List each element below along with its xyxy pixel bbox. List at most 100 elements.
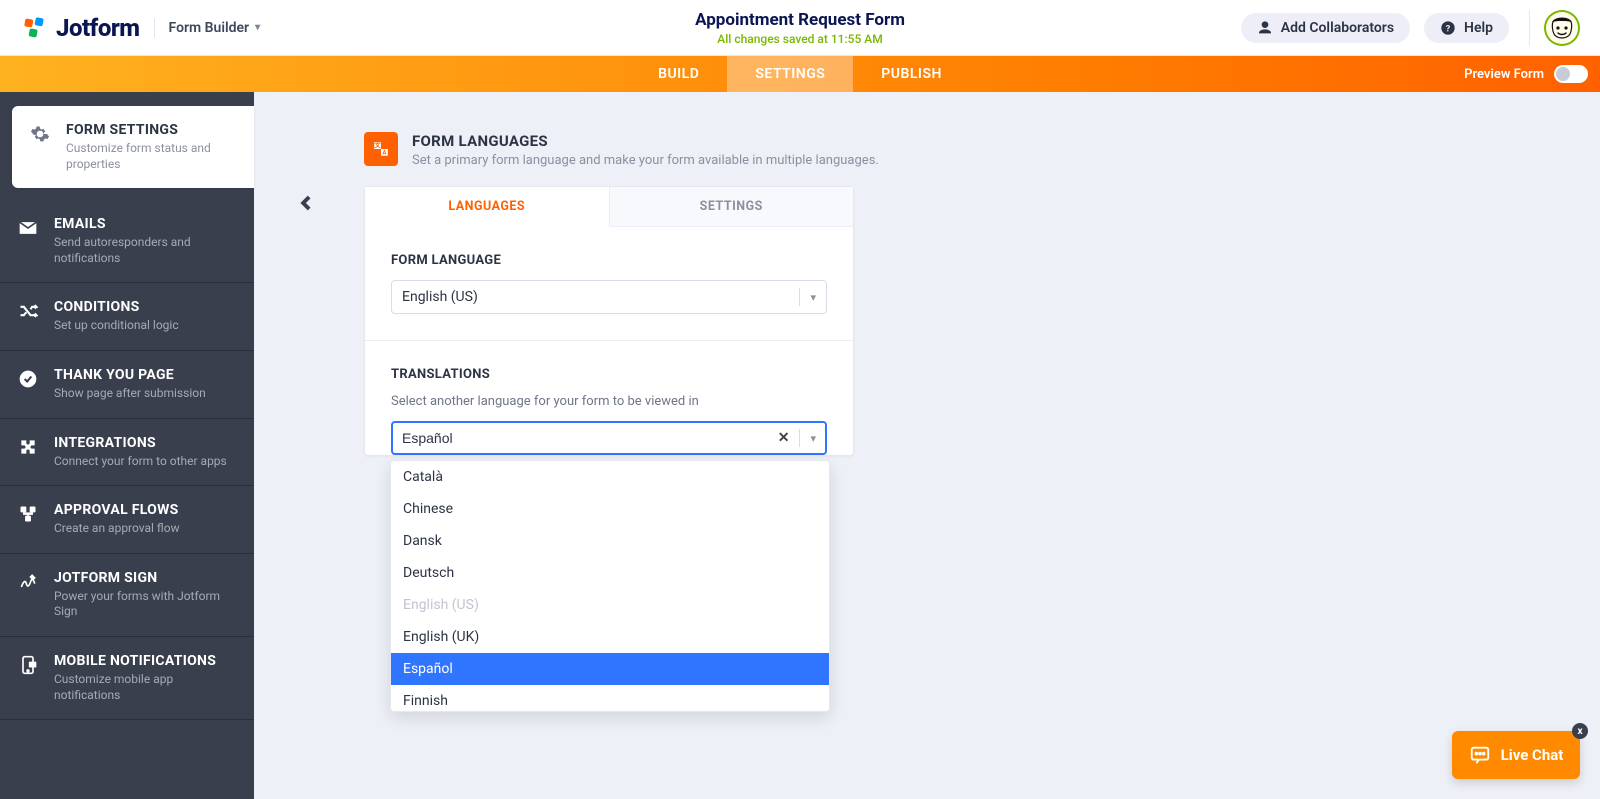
build-settings-publish-tabs: BUILD SETTINGS PUBLISH Preview Form — [0, 56, 1600, 92]
sidebar-item-conditions[interactable]: CONDITIONS Set up conditional logic — [0, 283, 254, 351]
panel-tab-label: LANGUAGES — [448, 199, 525, 214]
add-collaborators-label: Add Collaborators — [1281, 20, 1394, 36]
separator — [154, 18, 155, 38]
form-title[interactable]: Appointment Request Form — [695, 10, 905, 30]
panel-tab-settings[interactable]: SETTINGS — [610, 187, 854, 227]
sidebar-item-title: FORM SETTINGS — [66, 122, 236, 138]
panel-tab-label: SETTINGS — [700, 199, 763, 214]
dropdown-option[interactable]: Finnish — [391, 685, 829, 712]
sidebar-item-sub: Show page after submission — [54, 386, 236, 402]
gear-icon — [28, 122, 52, 172]
tab-build[interactable]: BUILD — [630, 56, 727, 92]
section-title: FORM LANGUAGES — [412, 132, 879, 150]
tab-settings-label: SETTINGS — [755, 66, 825, 82]
divider — [365, 340, 853, 341]
flow-icon — [16, 502, 40, 537]
clear-icon[interactable]: ✕ — [778, 430, 790, 446]
sidebar-item-sub: Set up conditional logic — [54, 318, 236, 334]
add-collaborators-button[interactable]: Add Collaborators — [1241, 13, 1410, 43]
shuffle-icon — [16, 299, 40, 334]
sidebar-item-sub: Connect your form to other apps — [54, 454, 236, 470]
live-chat-close-badge[interactable]: x — [1572, 723, 1588, 739]
dropdown-option[interactable]: Chinese — [391, 493, 829, 525]
tab-publish[interactable]: PUBLISH — [853, 56, 970, 92]
topbar-right: Add Collaborators ? Help — [1241, 10, 1580, 46]
dropdown-option: English (US) — [391, 589, 829, 621]
mail-icon — [16, 216, 40, 266]
sidebar-item-sub: Power your forms with Jotform Sign — [54, 589, 236, 620]
spacer — [0, 188, 254, 200]
tab-publish-label: PUBLISH — [881, 66, 942, 82]
separator — [799, 288, 800, 306]
panel-tabs: LANGUAGES SETTINGS — [365, 187, 853, 227]
live-chat-button[interactable]: Live Chat x — [1452, 731, 1580, 779]
translate-icon: 文A — [364, 132, 398, 166]
mode-selector[interactable]: Form Builder ▾ — [169, 20, 261, 36]
svg-text:?: ? — [1446, 23, 1451, 34]
dropdown-option[interactable]: Deutsch — [391, 557, 829, 589]
tab-settings[interactable]: SETTINGS — [727, 56, 853, 92]
title-area: Appointment Request Form All changes sav… — [695, 10, 905, 46]
collapse-sidebar-button[interactable] — [294, 192, 316, 218]
sidebar-item-title: INTEGRATIONS — [54, 435, 236, 451]
phone-icon — [16, 653, 40, 703]
sidebar-item-title: APPROVAL FLOWS — [54, 502, 236, 518]
sidebar-item-approval-flows[interactable]: APPROVAL FLOWS Create an approval flow — [0, 486, 254, 554]
translations-desc: Select another language for your form to… — [391, 394, 827, 409]
sidebar-item-title: THANK YOU PAGE — [54, 367, 236, 383]
check-circle-icon — [16, 367, 40, 402]
svg-text:文: 文 — [374, 142, 382, 150]
translations-select[interactable]: ✕ ▾ — [391, 421, 827, 455]
sidebar-item-thank-you[interactable]: THANK YOU PAGE Show page after submissio… — [0, 351, 254, 419]
dropdown-option[interactable]: Català — [391, 461, 829, 493]
sign-icon — [16, 570, 40, 620]
sidebar-item-sub: Customize form status and properties — [66, 141, 236, 172]
chevron-down-icon: ▾ — [255, 22, 260, 33]
chevron-down-icon: ▾ — [810, 291, 816, 304]
sidebar-item-integrations[interactable]: INTEGRATIONS Connect your form to other … — [0, 419, 254, 487]
panel-tab-languages[interactable]: LANGUAGES — [365, 187, 610, 227]
separator — [799, 429, 800, 447]
sidebar-item-mobile-notifications[interactable]: MOBILE NOTIFICATIONS Customize mobile ap… — [0, 637, 254, 720]
settings-sidebar: FORM SETTINGS Customize form status and … — [0, 92, 254, 799]
help-button[interactable]: ? Help — [1424, 13, 1509, 43]
live-chat-label: Live Chat — [1501, 746, 1564, 764]
separator — [1529, 10, 1530, 46]
sidebar-item-title: JOTFORM SIGN — [54, 570, 236, 586]
topbar: Jotform Form Builder ▾ Appointment Reque… — [0, 0, 1600, 56]
sidebar-item-emails[interactable]: EMAILS Send autoresponders and notificat… — [0, 200, 254, 283]
help-icon: ? — [1440, 20, 1456, 36]
languages-panel: LANGUAGES SETTINGS FORM LANGUAGE English… — [364, 186, 854, 456]
content: 文A FORM LANGUAGES Set a primary form lan… — [254, 92, 1600, 799]
tab-build-label: BUILD — [658, 66, 699, 82]
sidebar-item-title: CONDITIONS — [54, 299, 236, 315]
dropdown-option[interactable]: English (UK) — [391, 621, 829, 653]
main: FORM SETTINGS Customize form status and … — [0, 92, 1600, 799]
dropdown-option[interactable]: Español — [391, 653, 829, 685]
person-icon — [1257, 20, 1273, 36]
mode-label: Form Builder — [169, 20, 250, 36]
puzzle-icon — [16, 435, 40, 470]
translations-dropdown[interactable]: CatalàChineseDanskDeutschEnglish (US)Eng… — [390, 460, 830, 712]
form-language-value: English (US) — [402, 289, 478, 305]
translations-input[interactable] — [402, 430, 778, 446]
section-header: 文A FORM LANGUAGES Set a primary form lan… — [364, 132, 1600, 168]
sidebar-item-sub: Create an approval flow — [54, 521, 236, 537]
chevron-down-icon: ▾ — [810, 432, 816, 445]
logo-mark-icon — [20, 14, 48, 42]
logo[interactable]: Jotform — [20, 14, 140, 42]
logo-text: Jotform — [56, 14, 140, 42]
translations-label: TRANSLATIONS — [391, 367, 827, 382]
sidebar-item-sub: Send autoresponders and notifications — [54, 235, 236, 266]
section-sub: Set a primary form language and make you… — [412, 153, 879, 168]
dropdown-option[interactable]: Dansk — [391, 525, 829, 557]
form-language-select[interactable]: English (US) ▾ — [391, 280, 827, 314]
preview-form-toggle[interactable] — [1554, 65, 1588, 83]
sidebar-item-title: EMAILS — [54, 216, 236, 232]
sidebar-item-jotform-sign[interactable]: JOTFORM SIGN Power your forms with Jotfo… — [0, 554, 254, 637]
avatar-face-icon — [1546, 12, 1578, 44]
avatar[interactable] — [1544, 10, 1580, 46]
help-label: Help — [1464, 20, 1493, 36]
sidebar-item-form-settings[interactable]: FORM SETTINGS Customize form status and … — [12, 106, 254, 188]
form-language-label: FORM LANGUAGE — [391, 253, 827, 268]
